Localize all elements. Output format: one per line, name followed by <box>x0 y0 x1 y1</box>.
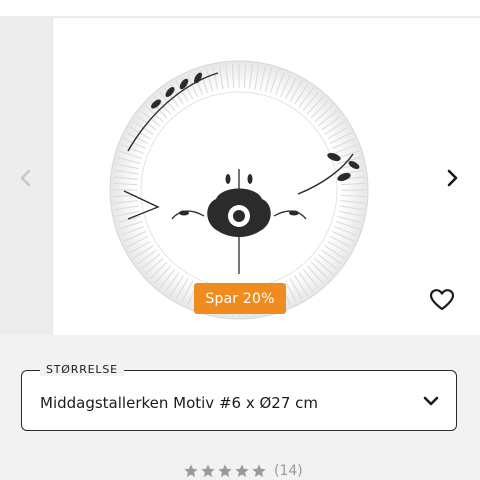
plate-image <box>109 60 369 320</box>
chevron-down-icon <box>422 392 440 410</box>
size-select-label: STØRRELSE <box>40 363 124 376</box>
rating-stars <box>183 463 267 479</box>
size-select[interactable]: Middagstallerken Motiv #6 x Ø27 cm <box>21 370 457 431</box>
star-icon <box>252 464 266 477</box>
chevron-right-icon[interactable] <box>438 164 466 192</box>
star-icon <box>218 464 232 477</box>
star-icon <box>184 464 198 477</box>
sale-badge: Spar 20% <box>194 283 286 314</box>
star-icon <box>235 464 249 477</box>
rating-count: (14) <box>274 463 303 479</box>
chevron-left-icon[interactable] <box>12 164 40 192</box>
product-rating[interactable]: (14) <box>183 462 303 480</box>
heart-icon[interactable] <box>428 286 456 314</box>
gallery-divider <box>0 16 480 18</box>
size-select-value: Middagstallerken Motiv #6 x Ø27 cm <box>40 394 318 412</box>
product-gallery: Spar 20% <box>0 0 480 335</box>
star-icon <box>201 464 215 477</box>
